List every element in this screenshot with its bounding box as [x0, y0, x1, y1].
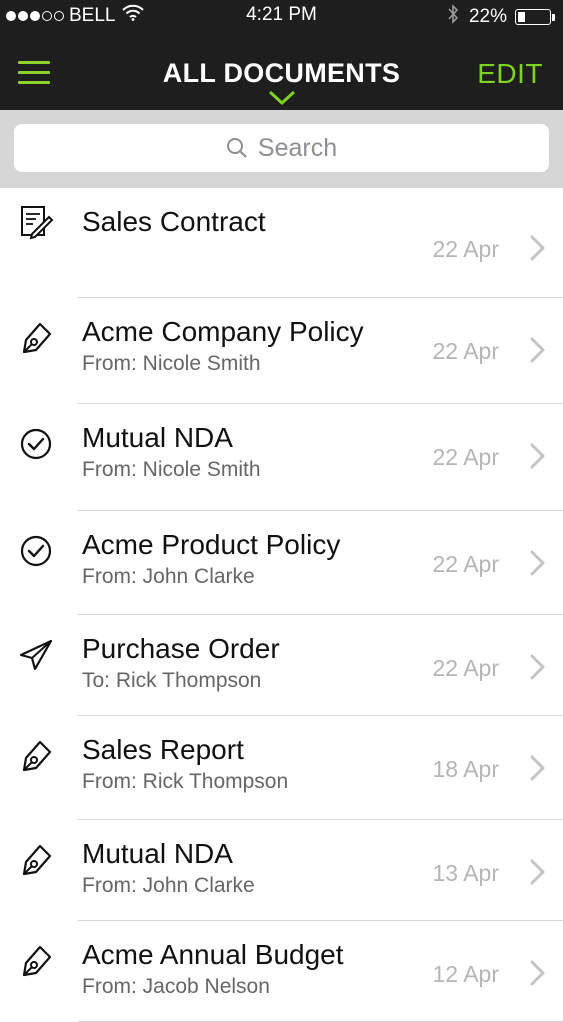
document-row[interactable]: Acme Annual Budget From: Jacob Nelson 12 A… [0, 921, 563, 1022]
search-placeholder: Search [257, 133, 338, 162]
document-row[interactable]: Mutual NDA From: John Clarke 13 Apr [0, 820, 563, 921]
document-sender: From: Jacob Nelson [82, 975, 270, 998]
chevron-right-icon[interactable] [529, 754, 547, 782]
document-title: Acme Annual Budget [82, 939, 344, 970]
document-sender: To: Rick Thompson [82, 669, 262, 692]
document-row[interactable]: Mutual NDA From: Nicole Smith 22 Apr [0, 404, 563, 511]
document-row[interactable]: Acme Product Policy From: John Clarke 22 A… [0, 511, 563, 615]
chevron-right-icon[interactable] [529, 336, 547, 364]
document-date: 18 Apr [432, 756, 500, 782]
document-title: Purchase Order [82, 633, 280, 664]
document-date: 22 Apr [432, 655, 500, 681]
send-icon [18, 637, 54, 673]
search-input[interactable]: Search [14, 124, 549, 172]
document-row[interactable]: Sales Report From: Rick Thompson 18 Apr [0, 716, 563, 820]
document-title: Acme Company Policy [82, 316, 364, 347]
pen-nib-icon [18, 320, 54, 356]
document-date: 22 Apr [432, 236, 500, 262]
status-right: 22% [447, 4, 555, 30]
document-sender: From: Nicole Smith [82, 458, 261, 481]
check-circle-icon [18, 533, 54, 569]
document-sender: From: John Clarke [82, 874, 255, 897]
battery-icon [515, 9, 551, 25]
document-title: Sales Report [82, 734, 244, 765]
pen-nib-icon [18, 738, 54, 774]
document-date: 13 Apr [432, 860, 500, 886]
battery-nub [552, 13, 555, 21]
bluetooth-icon [447, 4, 459, 30]
check-circle-icon [18, 426, 54, 462]
document-sender: From: Nicole Smith [82, 352, 261, 375]
battery-percent: 22% [468, 6, 507, 27]
chevron-right-icon[interactable] [529, 959, 547, 987]
pen-nib-icon [18, 943, 54, 979]
chevron-right-icon[interactable] [529, 858, 547, 886]
document-date: 22 Apr [432, 338, 500, 364]
chevron-right-icon[interactable] [529, 653, 547, 681]
document-row[interactable]: Acme Company Policy From: Nicole Smith 22 … [0, 298, 563, 404]
document-date: 22 Apr [432, 444, 500, 470]
document-title: Sales Contract [82, 206, 266, 237]
document-date: 12 Apr [432, 961, 500, 987]
status-bar: BELL 4:21 PM 22% [0, 0, 563, 32]
document-sender: From: John Clarke [82, 565, 255, 588]
edit-document-icon [18, 204, 54, 240]
chevron-right-icon[interactable] [529, 549, 547, 577]
search-bar-container: Search [0, 110, 563, 188]
document-title: Mutual NDA [82, 422, 233, 453]
edit-button[interactable]: EDIT [477, 58, 543, 90]
document-sender: From: Rick Thompson [82, 770, 289, 793]
document-row[interactable]: Purchase Order To: Rick Thompson 22 Apr [0, 615, 563, 716]
chevron-right-icon[interactable] [529, 442, 547, 470]
pen-nib-icon [18, 842, 54, 878]
document-title: Acme Product Policy [82, 529, 341, 560]
chevron-right-icon[interactable] [529, 234, 547, 262]
chevron-down-icon[interactable] [268, 90, 296, 111]
document-row[interactable]: Sales Contract 22 Apr [0, 188, 563, 298]
document-title: Mutual NDA [82, 838, 233, 869]
document-date: 22 Apr [432, 551, 500, 577]
nav-bar: ALL DOCUMENTS EDIT [0, 32, 563, 110]
document-list: Sales Contract 22 Apr Acme Company Policy F… [0, 188, 563, 1022]
search-icon [226, 137, 248, 159]
